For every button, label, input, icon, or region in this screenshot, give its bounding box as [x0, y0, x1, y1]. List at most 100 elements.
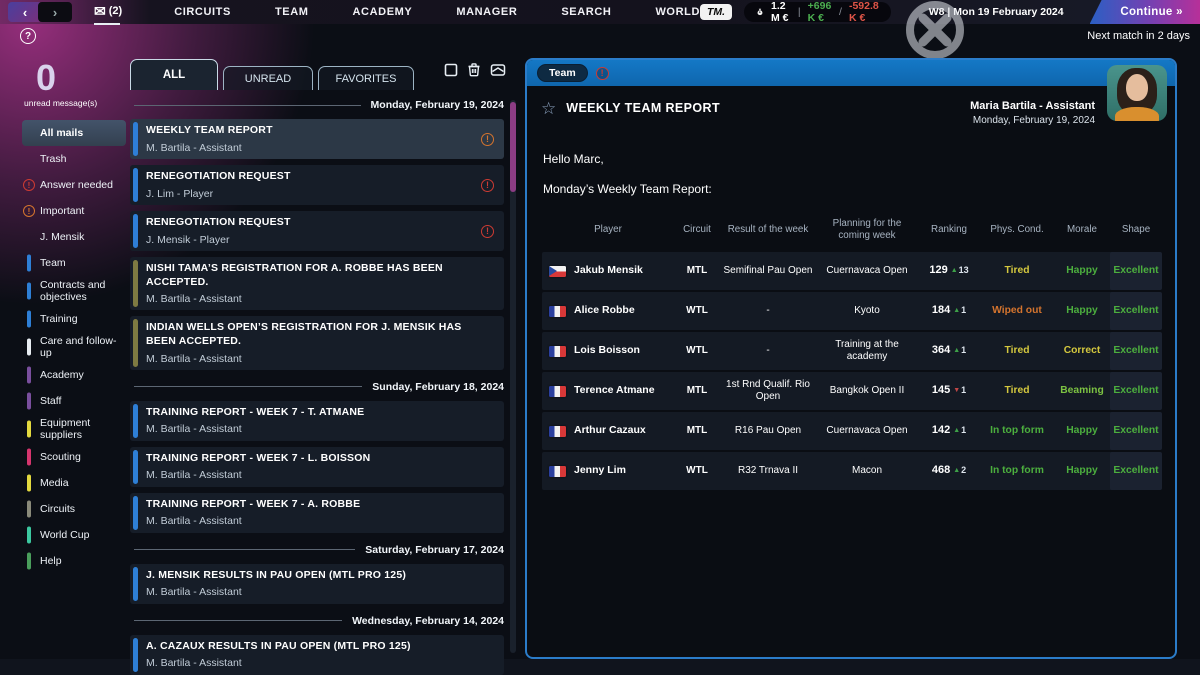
select-all-icon[interactable]	[444, 63, 458, 77]
mail-item[interactable]: RENEGOTIATION REQUEST J. Mensik - Player …	[130, 211, 504, 251]
sidebar-item-academy[interactable]: Academy	[0, 362, 128, 388]
sidebar-item-staff[interactable]: Staff	[0, 388, 128, 414]
sidebar-item-label: World Cup	[40, 529, 90, 542]
mail-item[interactable]: WEEKLY TEAM REPORT M. Bartila - Assistant…	[130, 119, 504, 159]
mail-category-bar	[133, 214, 138, 248]
continue-button[interactable]: Continue »	[1089, 0, 1200, 24]
rank-change-arrow-icon: ▼	[953, 387, 961, 395]
sidebar-item-help[interactable]: Help	[0, 548, 128, 574]
sidebar-item-contracts[interactable]: Contracts and objectives	[0, 276, 128, 306]
morale-cell: Beaming	[1060, 384, 1104, 396]
sidebar-item-media[interactable]: Media	[0, 470, 128, 496]
weekly-gain-value: +696 K €	[807, 0, 832, 24]
sidebar-item-answer-needed[interactable]: ! Answer needed	[0, 172, 128, 198]
mail-category-bar	[133, 637, 138, 672]
mail-item[interactable]: TRAINING REPORT - WEEK 7 - T. ATMANE M. B…	[130, 400, 504, 441]
sidebar-item-care[interactable]: Care and follow-up	[0, 332, 128, 362]
date-label: Wednesday, February 14, 2024	[352, 614, 504, 627]
sidebar-item-trash[interactable]: Trash	[0, 146, 128, 172]
table-row[interactable]: Alice Robbe WTL - Kyoto 184 ▲1 Wiped out …	[542, 292, 1162, 330]
mail-category-bar	[133, 319, 138, 367]
nav-item-circuits[interactable]: CIRCUITS	[174, 6, 231, 18]
result-cell: R32 Trnava II	[737, 464, 799, 476]
sidebar-item-equipment[interactable]: Equipment suppliers	[0, 414, 128, 444]
table-row[interactable]: Lois Boisson WTL - Training at the acade…	[542, 332, 1162, 370]
next-match-label: Next match in 2 days	[1087, 30, 1190, 42]
alert-icon: !	[481, 224, 494, 238]
mail-item[interactable]: J. MENSIK RESULTS IN PAU OPEN (MTL PRO 1…	[130, 563, 504, 604]
rank-change-value: 1	[961, 305, 967, 316]
sidebar-item-circuits[interactable]: Circuits	[0, 496, 128, 522]
sidebar-item-label: Contracts and objectives	[40, 279, 106, 304]
circuit-cell: WTL	[686, 304, 708, 316]
sidebar-item-label: Academy	[40, 369, 84, 382]
separator-line	[134, 620, 343, 622]
category-color-bar	[27, 366, 31, 384]
table-row[interactable]: Jakub Mensik MTL Semifinal Pau Open Cuer…	[542, 252, 1162, 290]
planning-cell: Cuernavaca Open	[826, 264, 908, 276]
tab-all[interactable]: ALL	[130, 59, 218, 90]
mail-list: Monday, February 19, 2024 WEEKLY TEAM RE…	[130, 94, 518, 675]
tab-favorites[interactable]: FAVORITES	[318, 66, 414, 90]
finances-summary[interactable]: 1.2 M € | +696 K € / -592.8 K €	[744, 0, 891, 24]
mail-item[interactable]: A. CAZAUX RESULTS IN PAU OPEN (MTL PRO 1…	[130, 634, 504, 675]
circuit-cell: WTL	[686, 344, 708, 356]
morale-cell: Happy	[1066, 464, 1098, 476]
history-forward-button[interactable]: ›	[38, 2, 72, 22]
sidebar-item-important[interactable]: ! Important	[0, 198, 128, 224]
date-label: Saturday, February 17, 2024	[365, 543, 504, 556]
table-row[interactable]: Terence Atmane MTL 1st Rnd Qualif. Rio O…	[542, 372, 1162, 410]
morale-cell: Happy	[1066, 424, 1098, 436]
mark-read-envelope-icon[interactable]	[490, 63, 506, 77]
sidebar-item-label: Important	[40, 204, 85, 217]
unread-count: 0	[36, 57, 57, 98]
nav-item-manager[interactable]: MANAGER	[456, 6, 517, 18]
category-color-bar	[27, 500, 31, 518]
alert-icon: !	[23, 205, 35, 217]
nav-item-academy[interactable]: ACADEMY	[353, 6, 413, 18]
sidebar-item-j-mensik[interactable]: J. Mensik	[0, 224, 128, 250]
nav-item-world[interactable]: WORLD	[655, 6, 700, 18]
sidebar-item-scouting[interactable]: Scouting	[0, 444, 128, 470]
mail-category-bar	[133, 260, 138, 308]
help-button[interactable]: ?	[20, 28, 36, 44]
mail-item[interactable]: NISHI TAMA’S REGISTRATION FOR A. ROBBE H…	[130, 257, 504, 311]
sidebar-item-all-mails[interactable]: All mails	[22, 120, 126, 146]
column-header: Result of the week	[727, 224, 809, 236]
sidebar-item-label: Team	[40, 256, 66, 269]
table-row[interactable]: Arthur Cazaux MTL R16 Pau Open Cuernavac…	[542, 412, 1162, 450]
mail-item[interactable]: INDIAN WELLS OPEN’S REGISTRATION FOR J. …	[130, 316, 504, 370]
mail-list-scrollbar-thumb[interactable]	[510, 102, 516, 192]
nav-item-team[interactable]: TEAM	[275, 6, 309, 18]
mailbox-button[interactable]: ✉ (2)	[94, 3, 122, 25]
back-arrow-icon: ‹	[22, 4, 28, 20]
mail-category-bar	[133, 122, 138, 156]
rank-change-value: 13	[958, 265, 969, 276]
sidebar-item-label: Care and follow-up	[40, 335, 117, 360]
flag-icon	[549, 305, 566, 317]
trash-icon[interactable]	[467, 62, 481, 77]
mail-item[interactable]: TRAINING REPORT - WEEK 7 - L. BOISSON M. …	[130, 446, 504, 487]
sidebar-item-training[interactable]: Training	[0, 306, 128, 332]
category-badge[interactable]: Team	[537, 64, 588, 82]
mail-category-header: Team !	[527, 60, 1175, 86]
history-back-button[interactable]: ‹	[8, 2, 42, 22]
tab-unread[interactable]: UNREAD	[223, 66, 313, 90]
category-color-bar	[27, 526, 31, 544]
mail-title: A. CAZAUX RESULTS IN PAU OPEN (MTL PRO 1…	[146, 639, 411, 652]
sidebar-item-label: Media	[40, 477, 69, 490]
mail-item[interactable]: TRAINING REPORT - WEEK 7 - A. ROBBE M. Ba…	[130, 492, 504, 533]
phys-cond-cell: Tired	[1004, 344, 1030, 356]
sidebar-item-world-cup[interactable]: World Cup	[0, 522, 128, 548]
mail-category-bar	[133, 449, 138, 484]
table-row[interactable]: Jenny Lim WTL R32 Trnava II Macon 468 ▲2 …	[542, 452, 1162, 490]
sidebar-item-team[interactable]: Team	[0, 250, 128, 276]
category-color-bar	[27, 310, 31, 328]
mail-item[interactable]: RENEGOTIATION REQUEST J. Lim - Player !	[130, 165, 504, 205]
nav-item-search[interactable]: SEARCH	[561, 6, 611, 18]
mail-sender: M. Bartila - Assistant	[146, 352, 242, 365]
favorite-star-icon[interactable]: ☆	[541, 100, 556, 117]
sidebar-item-label: Answer needed	[40, 178, 113, 191]
table-header-row: Player Circuit Result of the week Planni…	[542, 210, 1160, 250]
main-nav: CIRCUITS TEAM ACADEMY MANAGER SEARCH WOR…	[174, 6, 700, 18]
